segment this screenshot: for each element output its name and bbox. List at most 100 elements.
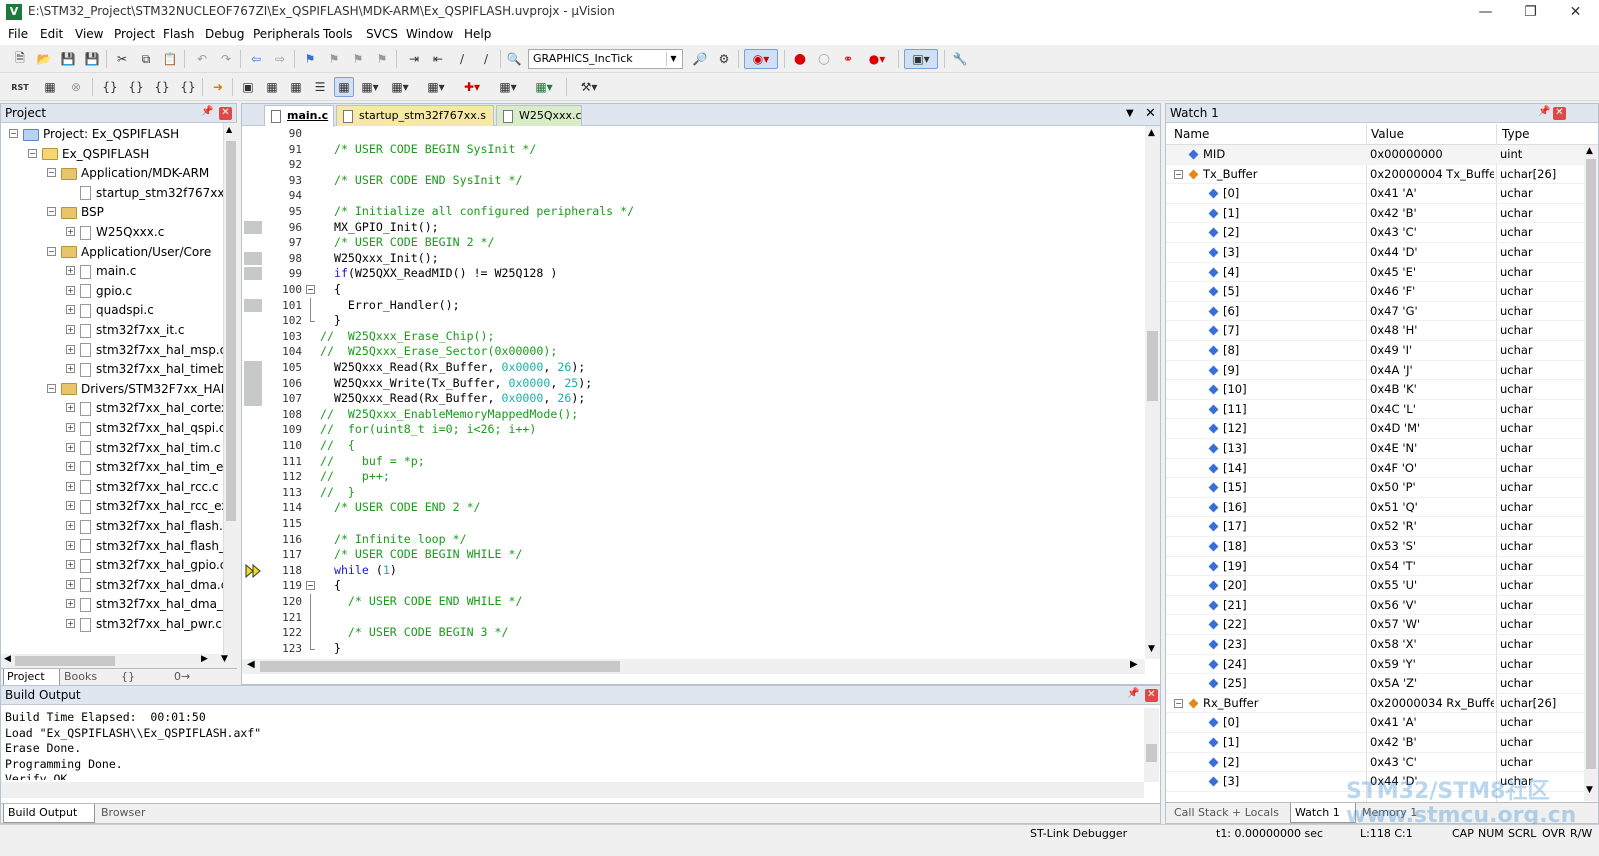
collapse-icon[interactable]: − bbox=[1174, 698, 1183, 708]
code-hscroll-thumb[interactable] bbox=[260, 661, 620, 672]
new-file-icon[interactable]: 🗎 bbox=[10, 49, 30, 69]
scroll-down-icon[interactable]: ▼ bbox=[221, 654, 228, 664]
collapse-icon[interactable]: − bbox=[47, 246, 56, 256]
watch-row[interactable]: [4] 0x45 'E' uchar bbox=[1166, 263, 1584, 283]
menu-file[interactable]: File bbox=[8, 27, 28, 41]
disassembly-window-icon[interactable]: ▦ bbox=[262, 77, 282, 97]
watch-row[interactable]: [0] 0x41 'A' uchar bbox=[1166, 713, 1584, 733]
expand-icon[interactable]: + bbox=[66, 560, 75, 570]
open-file-icon[interactable]: 📂 bbox=[34, 49, 54, 69]
expand-icon[interactable]: + bbox=[66, 423, 75, 432]
tab-w25qxxx-c[interactable]: W25Qxxx.c bbox=[496, 105, 582, 126]
watch-row[interactable]: [7] 0x48 'H' uchar bbox=[1166, 321, 1584, 341]
step-into-icon[interactable]: {} bbox=[100, 77, 120, 97]
watch-row[interactable]: − Rx_Buffer 0x20000034 Rx_Buffer[... uchar[… bbox=[1166, 694, 1584, 714]
system-viewer-icon[interactable]: ▦▾ bbox=[532, 77, 556, 97]
debug-settings-icon[interactable]: ⚙ bbox=[714, 49, 734, 69]
watch-row[interactable]: [15] 0x50 'P' uchar bbox=[1166, 478, 1584, 498]
tab-books[interactable]: Books bbox=[61, 669, 117, 686]
scroll-left-icon[interactable]: ◀ bbox=[247, 659, 255, 670]
build-scroll-thumb[interactable] bbox=[1146, 744, 1157, 762]
expand-icon[interactable]: + bbox=[66, 266, 75, 276]
watch-row[interactable]: [21] 0x56 'V' uchar bbox=[1166, 596, 1584, 616]
scroll-up-icon[interactable]: ▲ bbox=[1586, 146, 1593, 156]
watch-row[interactable]: [2] 0x43 'C' uchar bbox=[1166, 753, 1584, 773]
run-icon[interactable]: ▦ bbox=[40, 77, 60, 97]
menu-debug[interactable]: Debug bbox=[205, 27, 244, 41]
bookmark-icon[interactable]: ⚑ bbox=[300, 49, 320, 69]
target-function-select[interactable]: GRAPHICS_IncTick ▼ bbox=[528, 49, 683, 69]
clear-bookmarks-icon[interactable]: ⚑ bbox=[372, 49, 392, 69]
menu-edit[interactable]: Edit bbox=[40, 27, 63, 41]
watch-row[interactable]: [1] 0x42 'B' uchar bbox=[1166, 204, 1584, 224]
expand-icon[interactable]: + bbox=[66, 521, 75, 530]
registers-window-icon[interactable]: ☰ bbox=[310, 77, 330, 97]
watch-row[interactable]: MID 0x00000000 uint bbox=[1166, 145, 1584, 165]
scroll-right-icon[interactable]: ▶ bbox=[201, 654, 208, 664]
pin-icon[interactable]: 📌 bbox=[1538, 106, 1550, 117]
expand-icon[interactable]: + bbox=[66, 481, 75, 491]
watch-row[interactable]: [8] 0x49 'I' uchar bbox=[1166, 341, 1584, 361]
step-over-icon[interactable]: {} bbox=[126, 77, 146, 97]
menu-svcs[interactable]: SVCS bbox=[366, 27, 398, 41]
tab-browser[interactable]: Browser bbox=[97, 804, 163, 823]
expand-icon[interactable]: + bbox=[66, 619, 75, 628]
comment-icon[interactable]: ∕ bbox=[452, 49, 472, 69]
watch-row[interactable]: [5] 0x46 'F' uchar bbox=[1166, 282, 1584, 302]
toolbox-icon[interactable]: ⚒▾ bbox=[574, 77, 604, 97]
step-out-icon[interactable]: {} bbox=[152, 77, 172, 97]
watch-row[interactable]: [0] 0x41 'A' uchar bbox=[1166, 184, 1584, 204]
watch-row[interactable]: [23] 0x58 'X' uchar bbox=[1166, 635, 1584, 655]
menu-peripherals[interactable]: Peripherals bbox=[253, 27, 320, 41]
expand-icon[interactable]: + bbox=[66, 540, 75, 550]
code-horizontal-scrollbar[interactable]: ◀ ▶ bbox=[242, 659, 1145, 674]
expand-icon[interactable]: + bbox=[66, 344, 75, 354]
expand-icon[interactable]: + bbox=[66, 442, 75, 452]
tab-main-c[interactable]: main.c bbox=[264, 105, 334, 127]
collapse-icon[interactable]: − bbox=[47, 383, 56, 393]
fold-collapse-icon[interactable]: − bbox=[306, 285, 315, 294]
tab-func[interactable]: {} Func... bbox=[118, 669, 171, 696]
call-stack-window-icon[interactable]: ▦ bbox=[334, 77, 354, 97]
close-window-icon[interactable]: ✕ bbox=[1553, 0, 1598, 25]
expand-icon[interactable]: + bbox=[66, 227, 75, 236]
tab-build-output[interactable]: Build Output bbox=[3, 804, 95, 823]
watch-row[interactable]: [10] 0x4B 'K' uchar bbox=[1166, 380, 1584, 400]
watch-row[interactable]: [9] 0x4A 'J' uchar bbox=[1166, 361, 1584, 381]
tab-startup-stm32f767xx-s[interactable]: startup_stm32f767xx.s bbox=[336, 105, 494, 126]
expand-icon[interactable]: + bbox=[66, 285, 75, 295]
cut-icon[interactable]: ✂ bbox=[112, 49, 132, 69]
unindent-icon[interactable]: ⇤ bbox=[428, 49, 448, 69]
close-tab-icon[interactable]: ✕ bbox=[1145, 106, 1156, 121]
watch-row[interactable]: [3] 0x44 'D' uchar bbox=[1166, 243, 1584, 263]
insert-breakpoint-icon[interactable]: ● bbox=[790, 49, 810, 69]
tree-scroll-thumb[interactable] bbox=[226, 141, 236, 521]
collapse-icon[interactable]: − bbox=[28, 148, 37, 158]
enable-breakpoint-icon[interactable]: ○ bbox=[814, 49, 834, 69]
code-area[interactable]: /* USER CODE BEGIN SysInit */ /* USER CO… bbox=[320, 126, 1140, 659]
tab-list-chevron-icon[interactable]: ▼ bbox=[1126, 108, 1134, 119]
expand-icon[interactable]: + bbox=[66, 364, 75, 374]
scroll-up-icon[interactable]: ▲ bbox=[1148, 128, 1155, 138]
pin-icon[interactable]: 📌 bbox=[1127, 688, 1139, 699]
watch-row[interactable]: [16] 0x51 'Q' uchar bbox=[1166, 498, 1584, 518]
watch-row[interactable]: [17] 0x52 'R' uchar bbox=[1166, 517, 1584, 537]
watch-row[interactable]: [14] 0x4F 'O' uchar bbox=[1166, 459, 1584, 479]
close-icon[interactable]: ✕ bbox=[1145, 689, 1158, 702]
command-window-icon[interactable]: ▣ bbox=[238, 77, 258, 97]
watch-row[interactable]: [25] 0x5A 'Z' uchar bbox=[1166, 674, 1584, 694]
tree-horizontal-scrollbar[interactable]: ◀ ▶ ▼ bbox=[1, 654, 237, 668]
watch-row[interactable]: [19] 0x54 'T' uchar bbox=[1166, 557, 1584, 577]
menu-flash[interactable]: Flash bbox=[163, 27, 194, 41]
uncomment-icon[interactable]: ∕ bbox=[476, 49, 496, 69]
expand-icon[interactable]: + bbox=[66, 325, 75, 334]
menu-tools[interactable]: Tools bbox=[323, 27, 353, 41]
expand-icon[interactable]: + bbox=[66, 599, 75, 609]
paste-icon[interactable]: 📋 bbox=[160, 49, 180, 69]
watch-row[interactable]: [2] 0x43 'C' uchar bbox=[1166, 223, 1584, 243]
scroll-down-icon[interactable]: ▼ bbox=[1586, 785, 1593, 795]
copy-icon[interactable]: ⧉ bbox=[136, 49, 156, 69]
fold-collapse-icon[interactable]: − bbox=[306, 581, 315, 591]
column-name-header[interactable]: Name bbox=[1174, 127, 1209, 141]
watch-vertical-scrollbar[interactable]: ▲ ▼ bbox=[1584, 145, 1598, 801]
